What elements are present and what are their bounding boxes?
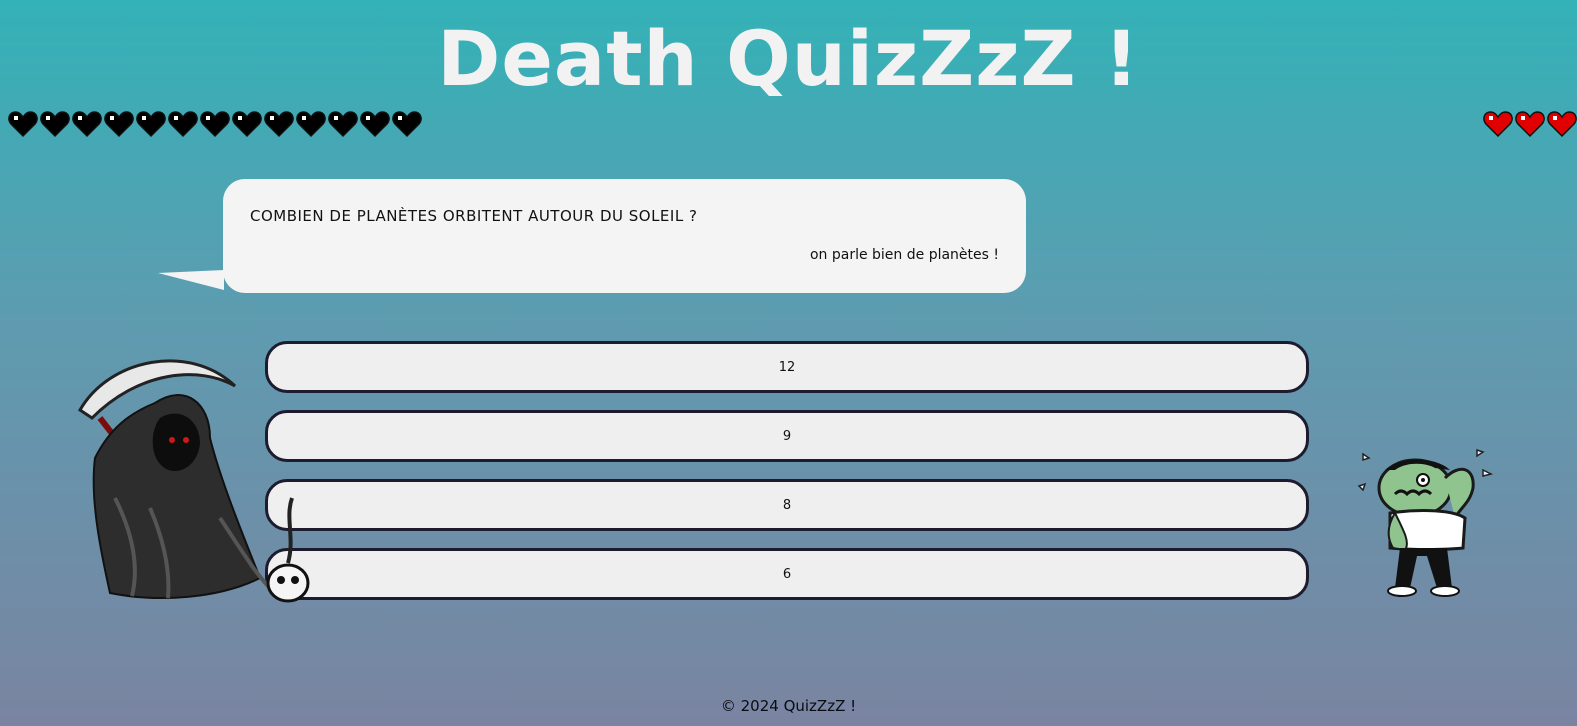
black-heart-icon bbox=[136, 111, 166, 138]
answer-button-3[interactable]: 8 bbox=[265, 479, 1309, 531]
black-heart-icon bbox=[168, 111, 198, 138]
black-heart-icon bbox=[328, 111, 358, 138]
black-heart-icon bbox=[296, 111, 326, 138]
remaining-lives-bar bbox=[1483, 110, 1577, 138]
black-heart-icon bbox=[264, 111, 294, 138]
black-heart-icon bbox=[360, 111, 390, 138]
speech-bubble: COMBIEN DE PLANÈTES ORBITENT AUTOUR DU S… bbox=[223, 179, 1026, 293]
black-heart-icon bbox=[8, 111, 38, 138]
page-title: Death QuizZzZ ! bbox=[437, 14, 1140, 103]
black-heart-icon bbox=[104, 111, 134, 138]
black-heart-icon bbox=[40, 111, 70, 138]
question-text: COMBIEN DE PLANÈTES ORBITENT AUTOUR DU S… bbox=[250, 207, 698, 225]
grim-reaper-character bbox=[77, 359, 310, 603]
black-heart-icon bbox=[232, 111, 262, 138]
red-heart-icon bbox=[1483, 111, 1513, 138]
lost-lives-bar bbox=[8, 110, 422, 138]
red-heart-icon bbox=[1515, 111, 1545, 138]
question-hint: on parle bien de planètes ! bbox=[809, 247, 999, 263]
red-heart-icon bbox=[1547, 111, 1577, 138]
answer-list: 12 9 8 6 bbox=[265, 341, 1309, 617]
answer-button-1[interactable]: 12 bbox=[265, 341, 1309, 393]
zombie-character bbox=[1357, 448, 1494, 597]
black-heart-icon bbox=[200, 111, 230, 138]
speech-bubble-tail bbox=[158, 270, 224, 290]
answer-button-2[interactable]: 9 bbox=[265, 410, 1309, 462]
footer-copyright: © 2024 QuizZzZ ! bbox=[720, 697, 857, 715]
black-heart-icon bbox=[72, 111, 102, 138]
black-heart-icon bbox=[392, 111, 422, 138]
answer-button-4[interactable]: 6 bbox=[265, 548, 1309, 600]
